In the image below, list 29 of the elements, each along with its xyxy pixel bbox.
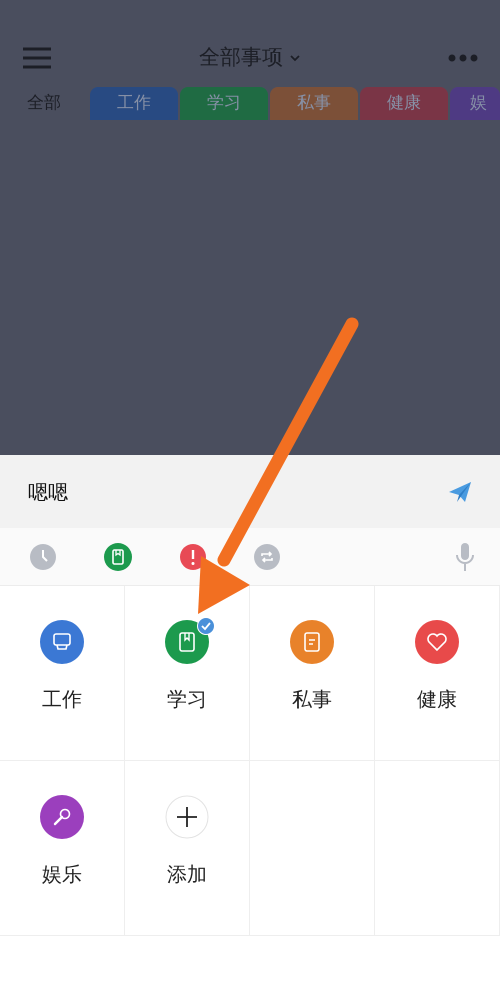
category-cell[interactable]: 健康 [375,586,500,761]
heart-icon [427,633,447,651]
category-cell[interactable]: 私事 [250,586,375,761]
category-icon[interactable] [40,795,84,839]
input-field[interactable]: 嗯嗯 [28,476,68,506]
monitor-icon [53,633,71,650]
category-label[interactable]: 私事 [292,684,332,714]
chevron-down-icon[interactable] [289,54,301,62]
category-icon[interactable] [40,620,84,664]
note-icon [304,632,320,652]
clock-icon[interactable] [30,544,56,570]
repeat-icon[interactable] [254,544,280,570]
more-icon[interactable] [448,54,478,62]
category-cell[interactable]: 娱乐 [0,761,125,936]
category-label[interactable]: 添加 [167,859,207,889]
category-label[interactable]: 工作 [42,684,82,714]
book-icon [179,632,195,652]
category-cell[interactable]: 工作 [0,586,125,761]
category-label[interactable]: 学习 [167,684,207,714]
category-icon[interactable] [290,620,334,664]
category-label[interactable]: 健康 [417,684,457,714]
category-icon[interactable] [165,620,209,664]
category-cell[interactable]: 添加 [125,761,250,936]
send-icon[interactable] [448,480,472,502]
category-label[interactable]: 娱乐 [42,859,82,889]
menu-icon[interactable] [22,47,52,69]
book-icon[interactable] [104,542,132,570]
category-icon[interactable] [415,620,459,664]
add-icon[interactable] [165,795,209,839]
